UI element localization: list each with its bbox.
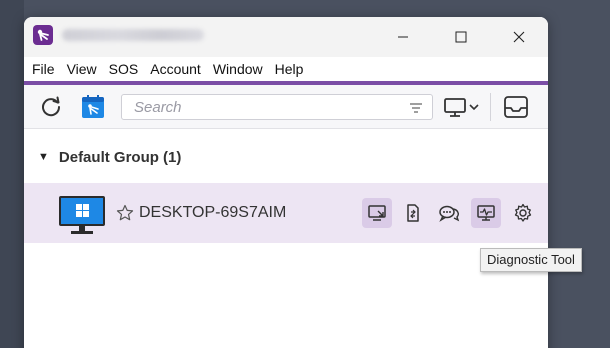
diagnostic-tool-tooltip: Diagnostic Tool bbox=[480, 248, 582, 272]
search-input[interactable] bbox=[122, 95, 402, 119]
star-icon[interactable] bbox=[116, 204, 134, 222]
group-name: Default Group (1) bbox=[58, 148, 182, 166]
group-caret-icon[interactable]: ▼ bbox=[38, 151, 49, 163]
file-transfer-icon bbox=[407, 204, 419, 222]
toolbar bbox=[24, 85, 548, 129]
device-row[interactable]: DESKTOP-69S7AIM bbox=[24, 183, 548, 243]
app-logo-icon bbox=[33, 25, 53, 45]
menu-sos[interactable]: SOS bbox=[103, 57, 145, 81]
maximize-button[interactable] bbox=[432, 17, 490, 57]
device-list: ▼ Default Group (1) DESKTOP-69S7AIM bbox=[24, 129, 548, 348]
device-name: DESKTOP-69S7AIM bbox=[139, 204, 287, 221]
monitor-dropdown-button[interactable] bbox=[442, 94, 486, 120]
app-window: File View SOS Account Window Help Search… bbox=[24, 17, 548, 348]
menu-file[interactable]: File bbox=[26, 57, 61, 81]
group-header[interactable]: ▼ Default Group (1) bbox=[38, 147, 181, 167]
diagnostic-tool-icon bbox=[477, 205, 495, 221]
monitor-icon bbox=[444, 98, 466, 117]
chat-icon bbox=[439, 205, 460, 222]
inbox-icon[interactable] bbox=[502, 94, 532, 120]
chat-button[interactable] bbox=[434, 198, 464, 228]
desktop-background bbox=[0, 0, 24, 348]
filter-icon[interactable] bbox=[408, 100, 424, 116]
gear-icon bbox=[514, 203, 532, 222]
remote-control-button[interactable] bbox=[362, 198, 392, 228]
file-transfer-button[interactable] bbox=[398, 198, 428, 228]
menu-bar: File View SOS Account Window Help bbox=[24, 57, 548, 81]
close-button[interactable] bbox=[490, 17, 548, 57]
menu-account[interactable]: Account bbox=[144, 57, 207, 81]
menu-help[interactable]: Help bbox=[269, 57, 310, 81]
menu-window[interactable]: Window bbox=[207, 57, 269, 81]
chevron-down-icon bbox=[469, 104, 479, 111]
search-box bbox=[121, 94, 433, 120]
remote-control-icon bbox=[368, 205, 386, 221]
refresh-icon[interactable] bbox=[38, 94, 64, 120]
calendar-icon[interactable] bbox=[80, 94, 106, 120]
minimize-button[interactable] bbox=[374, 17, 432, 57]
diagnostic-tool-button[interactable] bbox=[471, 198, 501, 228]
title-bar[interactable] bbox=[24, 17, 548, 57]
toolbar-divider bbox=[490, 93, 491, 121]
settings-button[interactable] bbox=[508, 198, 538, 228]
window-title-redacted bbox=[62, 29, 204, 41]
windows-computer-icon bbox=[58, 195, 108, 235]
menu-view[interactable]: View bbox=[61, 57, 103, 81]
